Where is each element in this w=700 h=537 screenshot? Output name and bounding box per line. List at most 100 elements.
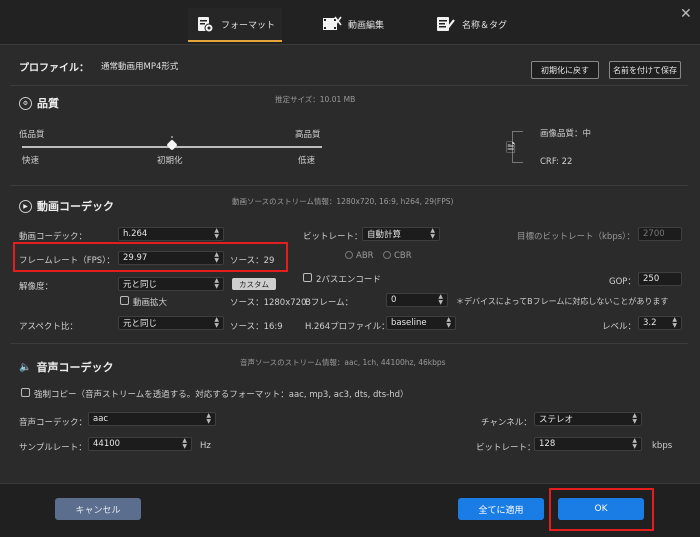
tab-name-tag[interactable]: 名称＆タグ — [436, 8, 507, 40]
upscale-checkbox[interactable] — [120, 296, 129, 305]
bframe-note: ＊デバイスによってBフレームに対応しないことがあります — [456, 297, 669, 306]
slider-tick — [171, 136, 173, 138]
document-icon: 🗎 — [506, 141, 516, 155]
profile-label: プロファイル： — [19, 63, 89, 74]
quality-title-text: 品質 — [37, 97, 59, 110]
sample-rate-value: 44100 — [93, 439, 121, 449]
divider — [10, 85, 688, 86]
resolution-label: 解像度： — [19, 282, 54, 292]
tab-name-tag-label: 名称＆タグ — [462, 20, 508, 31]
bitrate-mode-select[interactable]: 自動計算 ▲ ▼ — [362, 227, 440, 241]
quality-slider-thumb[interactable] — [166, 139, 178, 151]
aspect-source: ソース：16:9 — [230, 322, 283, 332]
audio-codec-select[interactable]: aac ▲ ▼ — [88, 412, 216, 426]
audio-codec-label: 音声コーデック： — [19, 418, 88, 428]
sample-rate-select[interactable]: 44100 ▲ ▼ — [88, 437, 192, 451]
resolution-select[interactable]: 元と同じ ▲ ▼ — [118, 277, 224, 291]
crf-text: CRF: 22 — [540, 157, 573, 167]
hz-unit: Hz — [200, 441, 211, 451]
kbps-unit: kbps — [652, 441, 673, 451]
gop-label: GOP： — [609, 277, 636, 287]
cbr-label: CBR — [394, 251, 412, 261]
chevron-updown-icon: ▲ ▼ — [206, 412, 211, 425]
channel-select[interactable]: ステレオ ▲ ▼ — [534, 412, 642, 426]
audio-stream-info: 音声ソースのストリーム情報：aac, 1ch, 44100hz, 46kbps — [240, 358, 446, 367]
tab-video-edit[interactable]: 動画編集 — [322, 8, 384, 40]
gear-icon: ⚙ — [19, 96, 32, 110]
apply-all-button[interactable]: 全てに適用 — [458, 498, 544, 520]
channel-value: ステレオ — [539, 415, 574, 425]
audio-title-text: 音声コーデック — [36, 361, 114, 374]
gop-value: 250 — [643, 274, 660, 284]
speaker-icon: 🔈 — [19, 361, 32, 373]
aspect-value: 元と同じ — [123, 319, 158, 329]
audio-bitrate-value: 128 — [539, 439, 556, 449]
video-codec-value: h.264 — [123, 229, 148, 239]
h264-profile-label: H.264プロファイル： — [305, 322, 390, 332]
profile-value[interactable]: 通常動画用MP4形式 — [101, 60, 178, 72]
tab-format-label: フォーマット — [220, 20, 275, 31]
video-section-title: ▶ 動画コーデック — [19, 198, 114, 214]
estimated-size: 推定サイズ：10.01 MB — [275, 95, 356, 104]
speed-default-label: 初期化 — [157, 156, 183, 166]
force-copy-checkbox[interactable] — [21, 388, 30, 397]
video-codec-select[interactable]: h.264 ▲ ▼ — [118, 227, 224, 241]
save-as-button[interactable]: 名前を付けて保存 — [609, 61, 681, 79]
quality-low-label: 低品質 — [19, 130, 45, 140]
reset-default-button[interactable]: 初期化に戻す — [531, 61, 599, 79]
speed-fast-label: 快速 — [22, 156, 40, 166]
channel-label: チャンネル： — [481, 418, 532, 428]
level-label: レベル： — [602, 322, 637, 332]
play-icon: ▶ — [19, 199, 32, 213]
chevron-updown-icon: ▲ ▼ — [430, 227, 435, 240]
upscale-label: 動画拡大 — [133, 298, 168, 308]
cbr-radio[interactable] — [383, 251, 391, 259]
aspect-select[interactable]: 元と同じ ▲ ▼ — [118, 316, 224, 330]
force-copy-label: 強制コピー（音声ストリームを透過する。対応するフォーマット：aac, mp3, … — [34, 390, 409, 400]
audio-section-title: 🔈 音声コーデック — [19, 359, 113, 375]
format-settings-icon — [195, 14, 215, 34]
chevron-updown-icon: ▲ ▼ — [182, 437, 187, 450]
bframe-label: Bフレーム： — [305, 298, 354, 308]
divider — [10, 343, 688, 344]
video-edit-icon — [322, 14, 342, 34]
chevron-updown-icon: ▲ ▼ — [438, 293, 443, 306]
abr-radio[interactable] — [345, 251, 353, 259]
video-stream-info: 動画ソースのストリーム情報：1280x720, 16:9, h264, 29(F… — [232, 197, 454, 206]
ok-highlight-box — [549, 488, 654, 531]
target-bitrate-label: 目標のビットレート（kbps）： — [517, 232, 635, 242]
tag-edit-icon — [436, 14, 456, 34]
cancel-button[interactable]: キャンセル — [55, 498, 141, 520]
bitrate-label: ビットレート： — [303, 232, 363, 242]
chevron-updown-icon: ▲ ▼ — [446, 316, 451, 329]
target-bitrate-value: 2700 — [643, 229, 665, 239]
chevron-updown-icon: ▲ ▼ — [632, 412, 637, 425]
fps-highlight-box — [13, 242, 288, 272]
two-pass-checkbox[interactable] — [303, 273, 312, 282]
quality-high-label: 高品質 — [295, 130, 321, 140]
bframe-select[interactable]: 0 ▲ ▼ — [386, 293, 448, 307]
close-icon[interactable]: ✕ — [680, 6, 692, 22]
divider — [10, 185, 688, 186]
tab-video-edit-label: 動画編集 — [348, 20, 385, 31]
target-bitrate-input[interactable]: 2700 — [638, 227, 682, 241]
h264-profile-select[interactable]: baseline ▲ ▼ — [386, 316, 456, 330]
chevron-updown-icon: ▲ ▼ — [632, 437, 637, 450]
chevron-updown-icon: ▲ ▼ — [214, 277, 219, 290]
bitrate-mode-value: 自動計算 — [367, 230, 402, 240]
resolution-value: 元と同じ — [123, 280, 158, 290]
tab-format[interactable]: フォーマット — [188, 8, 282, 42]
audio-codec-value: aac — [93, 414, 109, 424]
chevron-updown-icon: ▲ ▼ — [214, 227, 219, 240]
quality-section-title: ⚙ 品質 — [19, 95, 59, 111]
two-pass-label: 2パスエンコード — [316, 275, 381, 285]
video-title-text: 動画コーデック — [37, 200, 114, 213]
chevron-updown-icon: ▲ ▼ — [214, 316, 219, 329]
aspect-label: アスペクト比： — [19, 322, 78, 332]
bframe-value: 0 — [391, 295, 397, 305]
gop-input[interactable]: 250 — [638, 272, 682, 286]
level-select[interactable]: 3.2 ▲ ▼ — [638, 316, 682, 330]
custom-button[interactable]: カスタム — [232, 278, 276, 290]
audio-bitrate-label: ビットレート： — [476, 443, 536, 453]
audio-bitrate-select[interactable]: 128 ▲ ▼ — [534, 437, 642, 451]
